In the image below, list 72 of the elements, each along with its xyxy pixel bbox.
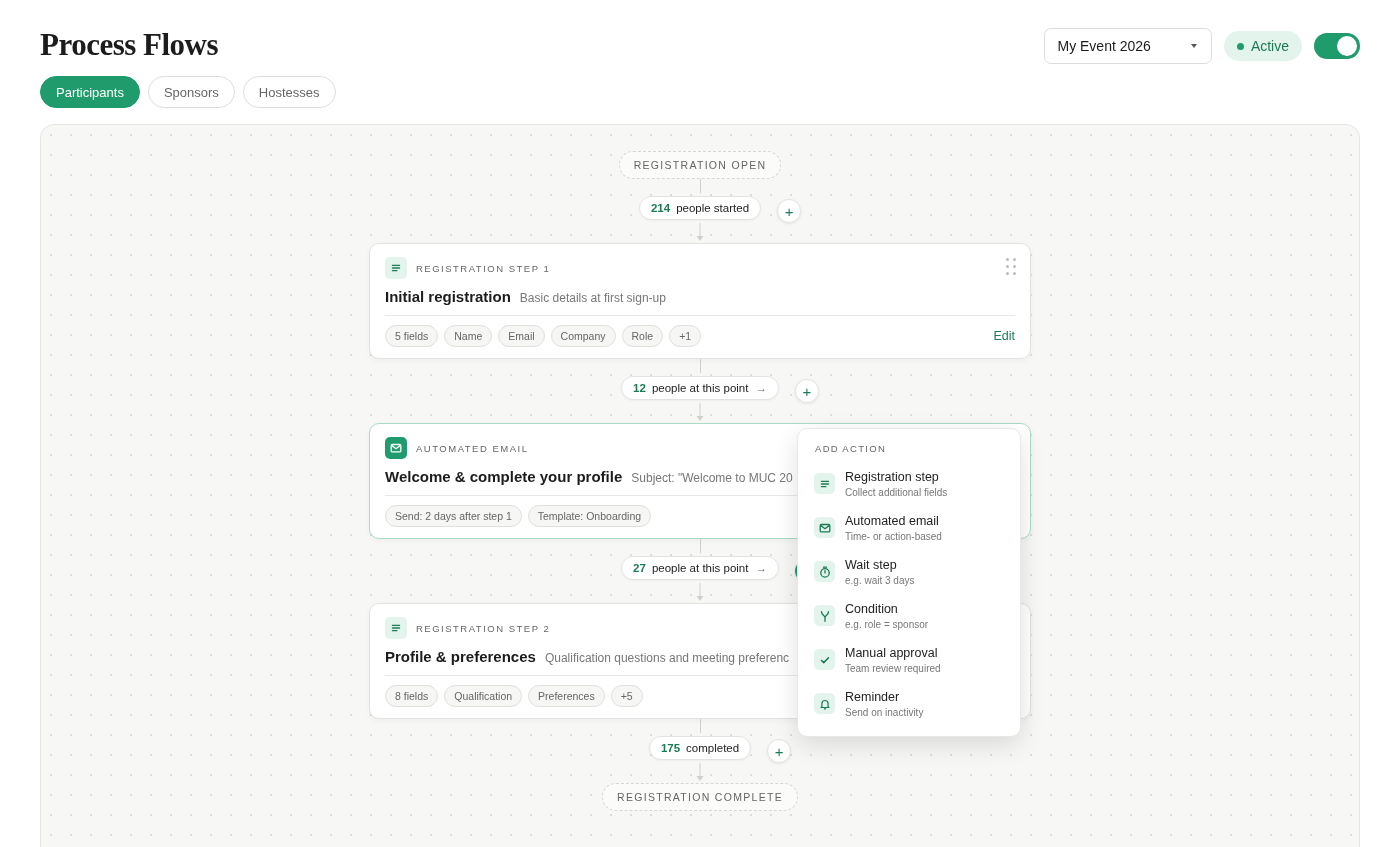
bell-icon bbox=[814, 693, 835, 714]
step-description: Qualification questions and meeting preferenc bbox=[544, 651, 790, 665]
stopwatch-icon bbox=[814, 561, 835, 582]
step-description: Subject: "Welcome to MUC 20 bbox=[631, 471, 793, 485]
drag-handle-icon[interactable] bbox=[1006, 258, 1016, 275]
fork-icon bbox=[814, 605, 835, 626]
action-hint: e.g. role = sponsor bbox=[845, 618, 929, 630]
count-pill: 175 completed bbox=[648, 736, 752, 760]
caret-icon bbox=[1190, 44, 1197, 48]
action-label: Condition bbox=[845, 601, 899, 616]
action-hint: e.g. wait 3 days bbox=[845, 574, 915, 586]
add-step-button[interactable]: + bbox=[767, 739, 792, 763]
step-type-label: REGISTRATION STEP 1 bbox=[416, 262, 551, 274]
field-tag: Email bbox=[498, 325, 545, 347]
count-pill: 12 people at this point → bbox=[621, 376, 779, 400]
add-step-button[interactable]: + bbox=[794, 379, 819, 403]
action-hint: Team review required bbox=[845, 662, 941, 674]
action-hint: Send on inactivity bbox=[845, 706, 924, 718]
field-tag: Qualification bbox=[444, 685, 523, 707]
lines-icon bbox=[385, 257, 407, 279]
check-icon bbox=[814, 649, 835, 670]
down-arrow-icon bbox=[695, 583, 705, 603]
lines-icon bbox=[814, 473, 835, 494]
field-tag: 8 fields bbox=[385, 685, 439, 707]
envelope-icon bbox=[814, 517, 835, 538]
flow-tab[interactable]: Participants bbox=[40, 76, 140, 108]
menu-item[interactable]: Manual approval Team review required bbox=[798, 638, 1020, 682]
count-pill: 27 people at this point → bbox=[621, 556, 779, 580]
active-toggle[interactable] bbox=[1314, 33, 1360, 59]
terminal-node: REGISTRATION OPEN bbox=[618, 151, 782, 179]
menu-heading: ADD ACTION bbox=[814, 443, 888, 456]
envelope-icon bbox=[385, 437, 407, 459]
step-type-label: AUTOMATED EMAIL bbox=[416, 442, 529, 454]
action-hint: Collect additional fields bbox=[845, 486, 948, 498]
step-card[interactable]: REGISTRATION STEP 1 Initial registration Basic details at first sign-up 5 fields Name Email Company Role +1 Edit bbox=[369, 243, 1031, 359]
menu-item[interactable]: Registration step Collect additional fields bbox=[798, 462, 1020, 506]
action-label: Reminder bbox=[845, 689, 901, 704]
step-title: Initial registration bbox=[385, 288, 511, 305]
arrow-icon: → bbox=[755, 382, 767, 394]
field-tag: +1 bbox=[669, 325, 702, 347]
field-tag: Company bbox=[550, 325, 616, 347]
flow-tab[interactable]: Hostesses bbox=[242, 76, 336, 108]
field-tag: Template: Onboarding bbox=[527, 505, 652, 527]
action-hint: Time- or action-based bbox=[845, 530, 942, 542]
status-badge: Active bbox=[1223, 31, 1302, 61]
event-dropdown[interactable]: My Event 2026 bbox=[1044, 28, 1212, 64]
action-label: Automated email bbox=[845, 513, 940, 528]
field-tag: Role bbox=[621, 325, 664, 347]
field-tag: Name bbox=[444, 325, 493, 347]
down-arrow-icon bbox=[695, 403, 705, 423]
step-title: Profile & preferences bbox=[385, 648, 536, 665]
field-tag: Send: 2 days after step 1 bbox=[385, 505, 522, 527]
field-tag: 5 fields bbox=[385, 325, 439, 347]
step-title: Welcome & complete your profile bbox=[385, 468, 623, 485]
count-pill: 214 people started bbox=[638, 196, 762, 220]
action-label: Manual approval bbox=[845, 645, 939, 660]
edit-link[interactable]: Edit bbox=[993, 329, 1015, 343]
menu-item[interactable]: Wait step e.g. wait 3 days bbox=[798, 550, 1020, 594]
step-type-label: REGISTRATION STEP 2 bbox=[416, 622, 551, 634]
action-label: Wait step bbox=[845, 557, 898, 572]
down-arrow-icon bbox=[695, 763, 705, 783]
add-step-button[interactable]: + bbox=[777, 199, 802, 223]
down-arrow-icon bbox=[695, 223, 705, 243]
page-title: Process Flows bbox=[40, 28, 220, 62]
field-tag: Preferences bbox=[528, 685, 605, 707]
action-label: Registration step bbox=[845, 469, 940, 484]
flow-tab[interactable]: Sponsors bbox=[147, 76, 235, 108]
field-tag: +5 bbox=[610, 685, 643, 707]
terminal-node: REGISTRATION COMPLETE bbox=[602, 783, 798, 811]
step-description: Basic details at first sign-up bbox=[519, 291, 666, 305]
arrow-icon: → bbox=[755, 562, 767, 574]
lines-icon bbox=[385, 617, 407, 639]
